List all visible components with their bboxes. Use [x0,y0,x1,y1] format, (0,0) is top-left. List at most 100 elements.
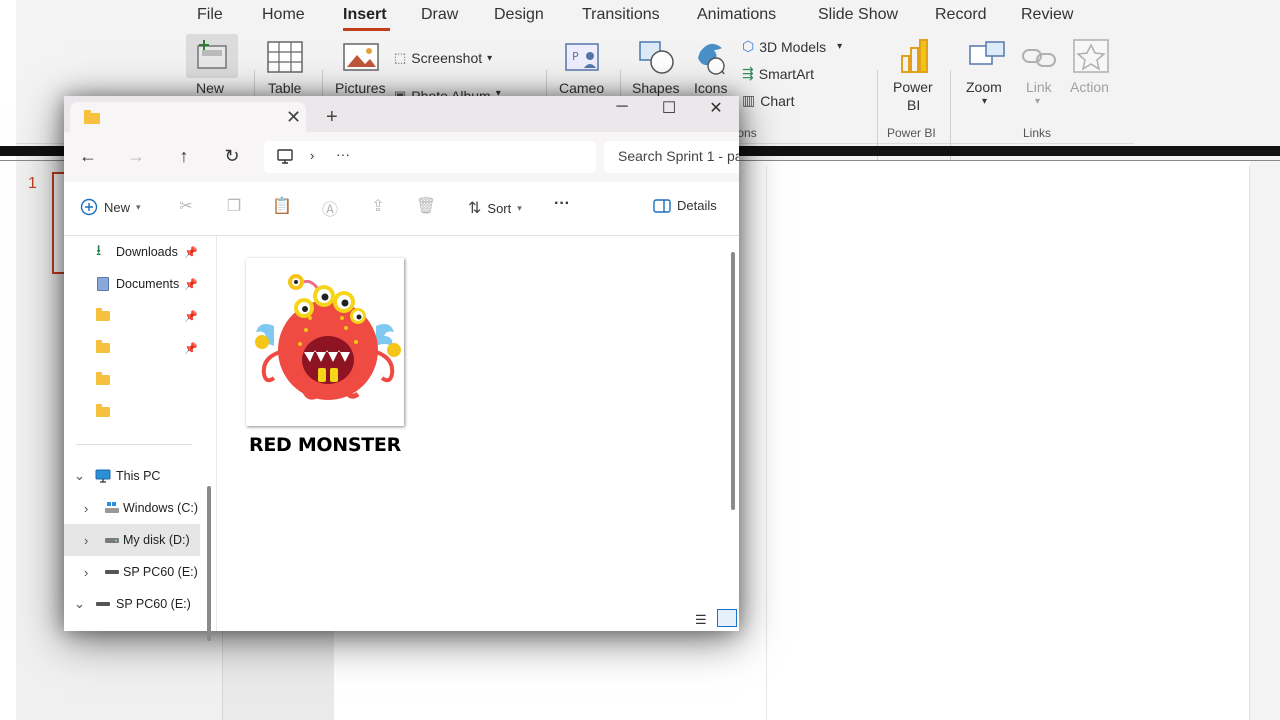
tiles-view-icon[interactable] [717,609,737,627]
documents-icon [97,277,109,291]
close-window-button[interactable]: ✕ [696,98,736,118]
chevron-down-icon[interactable]: ▾ [982,96,987,107]
menu-review[interactable]: Review [1021,6,1073,24]
slide-number: 1 [28,175,37,192]
chevron-down-icon: ▾ [517,202,522,213]
share-icon: ⇪ [371,198,385,215]
3d-models-button[interactable]: ⬡ 3D Models ▾ [742,38,842,55]
cameo-icon[interactable]: P [564,40,602,74]
menu-insert[interactable]: Insert [343,6,387,24]
minimize-button[interactable]: ─ [602,98,642,116]
smartart-icon: ⇶ [742,65,754,81]
menu-transitions[interactable]: Transitions [582,6,660,24]
screenshot-button[interactable]: ⬚ Screenshot ▾ [394,50,492,66]
nav-item-this-pc[interactable]: ⌄ This PC [64,460,200,492]
refresh-icon[interactable]: ↻ [220,146,244,167]
nav-divider [76,444,192,445]
file-name-label[interactable]: RED MONSTER [217,434,433,456]
table-icon[interactable] [266,40,306,74]
nav-item-documents[interactable]: Documents 📌 [64,268,200,300]
zoom-label[interactable]: Zoom [966,79,1002,95]
nav-item-folder[interactable]: 📌 [64,300,200,332]
folder-icon [96,372,110,385]
file-explorer-window: ✕ + ─ ☐ ✕ ← → ↑ ↻ › ··· Search Sprint 1 … [64,96,739,641]
paste-icon[interactable]: 📋 [271,196,293,216]
chevron-down-icon[interactable]: ⌄ [74,596,85,612]
nav-item-downloads[interactable]: ⭳ Downloads 📌 [64,236,200,268]
active-menu-underline [343,28,390,31]
menu-file[interactable]: File [197,6,223,24]
up-arrow-icon[interactable]: ↑ [172,146,196,167]
new-item-button[interactable]: New ▾ [80,198,141,216]
content-scrollbar[interactable] [731,252,735,510]
smartart-label: SmartArt [758,65,814,82]
pin-icon: 📌 [184,310,198,323]
shapes-label[interactable]: Shapes [632,80,679,96]
nav-scrollbar[interactable] [207,486,211,641]
nav-item-label: SP PC60 (E:) [123,565,198,579]
nav-item-folder[interactable] [64,396,200,428]
maximize-button[interactable]: ☐ [649,98,689,118]
file-thumbnail[interactable] [246,258,404,426]
powerbi-label-line1[interactable]: Power [893,79,933,95]
cameo-label[interactable]: Cameo [559,80,604,96]
nav-item-usb-root[interactable]: ⌄ SP PC60 (E:) [64,588,200,620]
icons-label[interactable]: Icons [694,80,727,96]
explorer-title-bar: ✕ + ─ ☐ ✕ [64,96,739,134]
menu-design[interactable]: Design [494,6,544,24]
menu-draw[interactable]: Draw [421,6,458,24]
nav-item-drive-d[interactable]: › My disk (D:) [64,524,200,556]
copy-icon: ❐ [226,198,242,215]
slide-canvas[interactable] [766,166,1250,720]
nav-item-folder[interactable]: 📌 [64,332,200,364]
file-list: RED MONSTER ☰ [216,236,739,631]
powerbi-icon[interactable] [898,38,932,76]
new-slide-button[interactable] [186,34,238,78]
nav-item-label: Documents [116,277,180,291]
shapes-icon[interactable] [636,38,678,76]
breadcrumb-more-button[interactable]: ··· [336,146,350,162]
chart-button[interactable]: ▥ Chart [742,92,794,109]
new-tab-button[interactable]: + [326,106,338,129]
chevron-down-icon[interactable]: ⌄ [74,468,85,484]
more-options-button[interactable]: ··· [554,195,570,213]
screenshot-label: Screenshot [411,50,483,66]
sort-button[interactable]: ⇅ Sort ▾ [468,198,522,218]
details-label: Details [677,198,717,213]
back-arrow-icon[interactable]: ← [76,146,100,167]
breadcrumb-chevron-icon: › [310,148,315,163]
cube-icon: ⬡ [742,38,755,54]
search-box[interactable]: Search Sprint 1 - pa [604,141,739,173]
chevron-right-icon[interactable]: › [84,501,88,516]
monitor-icon [277,149,293,164]
navigation-pane: ⭳ Downloads 📌 Documents 📌 📌 📌 ⌄ This PC … [64,236,216,641]
menu-animations[interactable]: Animations [697,6,776,24]
close-tab-button[interactable]: ✕ [286,107,301,128]
powerbi-label-line2[interactable]: BI [907,97,920,113]
table-label[interactable]: Table [268,80,301,96]
nav-item-folder[interactable] [64,364,200,396]
explorer-navigation-bar: ← → ↑ ↻ › ··· Search Sprint 1 - pa [64,132,739,182]
nav-item-drive-c[interactable]: › Windows (C:) [64,492,200,524]
zoom-icon[interactable] [968,40,1008,72]
icons-icon[interactable] [692,38,732,76]
search-placeholder: Search Sprint 1 - pa [618,148,739,164]
pictures-icon[interactable] [342,40,382,74]
new-slide-label: New [196,80,225,96]
chevron-right-icon[interactable]: › [84,533,88,548]
chart-icon: ▥ [742,92,756,108]
details-pane-button[interactable]: Details [653,198,717,213]
menu-record[interactable]: Record [935,6,987,24]
explorer-tab[interactable]: ✕ [70,102,306,134]
pictures-label[interactable]: Pictures [335,80,386,96]
address-bar[interactable]: › ··· [264,141,596,173]
new-item-label: New [104,199,131,215]
list-view-icon[interactable]: ☰ [695,612,707,628]
chevron-right-icon[interactable]: › [84,565,88,580]
smartart-button[interactable]: ⇶ SmartArt [742,65,814,82]
menu-slide-show[interactable]: Slide Show [818,6,898,24]
download-icon: ⭳ [96,241,102,259]
menu-home[interactable]: Home [262,6,305,24]
nav-item-drive-e[interactable]: › SP PC60 (E:) [64,556,200,588]
explorer-command-bar: New ▾ ✂ ❐ 📋 Ⓐ ⇪ 🗑 ⇅ Sort ▾ ··· Details [64,182,739,236]
